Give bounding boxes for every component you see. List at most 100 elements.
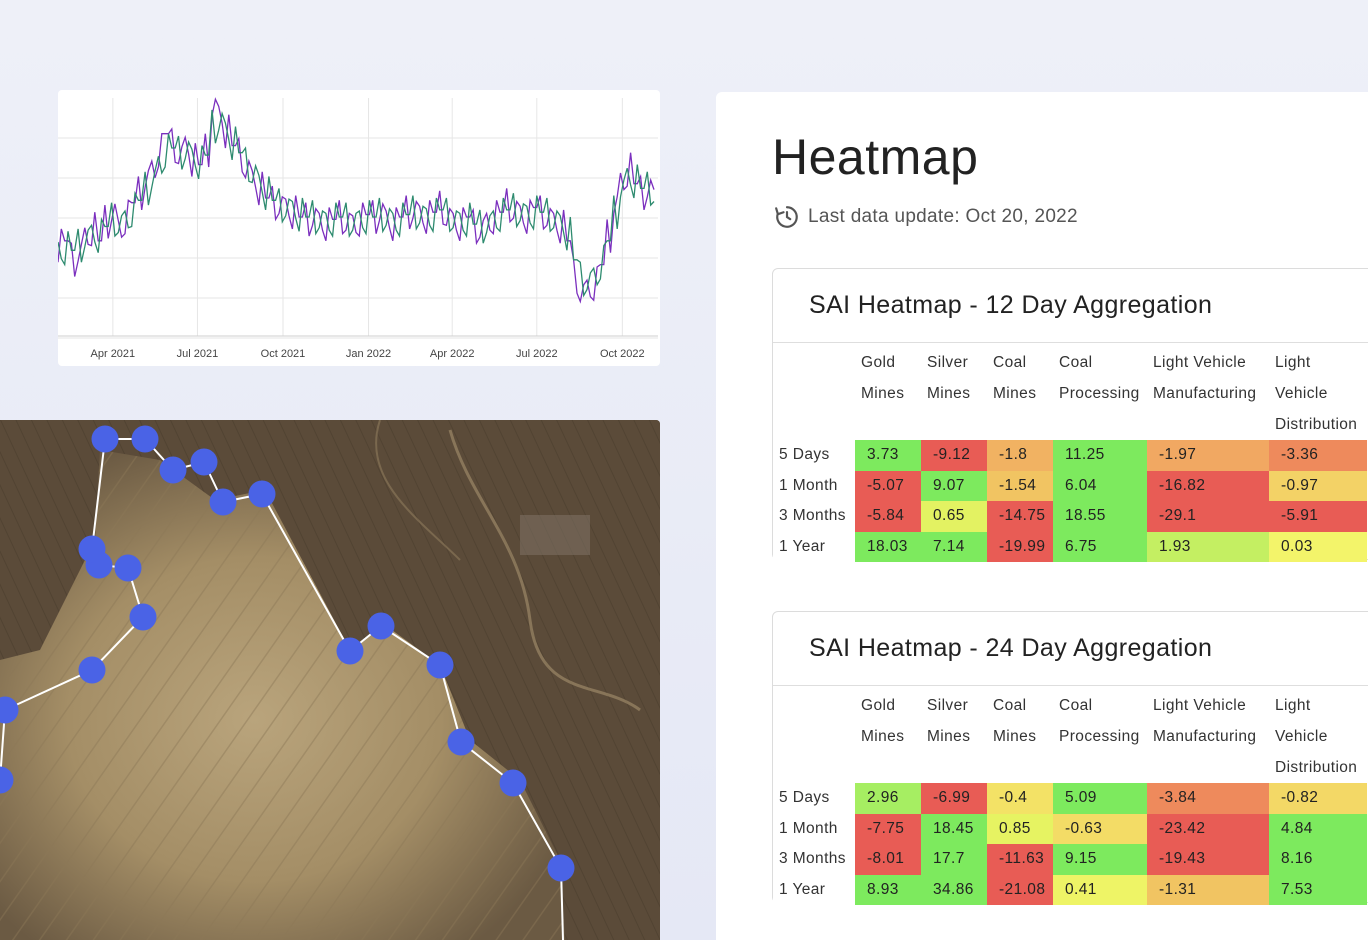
heatmap-cell[interactable]: 7.53: [1269, 874, 1367, 906]
polygon-vertex-handle[interactable]: [547, 854, 575, 882]
heatmap-card-title: SAI Heatmap - 24 Day Aggregation: [809, 634, 1213, 662]
row-label: 1 Year: [773, 531, 855, 563]
column-header: Light Vehicle Distribution: [1275, 697, 1358, 776]
table-row: 5 Days 2.96 -6.99 -0.4 5.09 -3.84 -0.82: [773, 783, 1367, 814]
heatmap-cell[interactable]: -3.84: [1147, 783, 1269, 814]
heatmap-cell[interactable]: 8.16: [1269, 844, 1367, 875]
polygon-vertex-handle[interactable]: [190, 448, 218, 476]
heatmap-cell[interactable]: 2.96: [855, 783, 921, 814]
polygon-vertex-handle[interactable]: [91, 425, 119, 453]
heatmap-cell[interactable]: -1.31: [1147, 874, 1269, 906]
x-tick-label: Oct 2021: [261, 348, 306, 360]
heatmap-cell[interactable]: -19.99: [987, 531, 1053, 563]
town-area: [520, 515, 590, 555]
polygon-vertex-handle[interactable]: [78, 535, 106, 563]
heatmap-cell[interactable]: -8.01: [855, 844, 921, 875]
heatmap-cell[interactable]: -0.63: [1053, 813, 1147, 845]
heatmap-cell[interactable]: -5.91: [1269, 501, 1367, 532]
row-label: 1 Year: [773, 874, 855, 906]
heatmap-cell[interactable]: -0.97: [1269, 470, 1367, 502]
heatmap-cell[interactable]: -16.82: [1147, 470, 1269, 502]
heatmap-cell[interactable]: 0.41: [1053, 874, 1147, 906]
row-label: 3 Months: [773, 501, 855, 532]
heatmap-cell[interactable]: 11.25: [1053, 440, 1147, 471]
polygon-vertex-handle[interactable]: [499, 769, 527, 797]
table-row: 5 Days 3.73 -9.12 -1.8 11.25 -1.97 -3.36: [773, 440, 1367, 471]
polygon-vertex-handle[interactable]: [209, 488, 237, 516]
heatmap-card-24-day: SAI Heatmap - 24 Day Aggregation Gold Mi…: [772, 611, 1368, 906]
heatmap-cell[interactable]: 8.93: [855, 874, 921, 906]
heatmap-cell[interactable]: -21.08: [987, 874, 1053, 906]
heatmap-cell[interactable]: 6.75: [1053, 531, 1147, 563]
heatmap-cell[interactable]: 0.65: [921, 501, 987, 532]
heatmap-cell[interactable]: 9.07: [921, 470, 987, 502]
column-header: Silver Mines: [927, 354, 971, 402]
heatmap-table: Gold Mines Silver Mines Coal Mines Coal Pro…: [773, 686, 1367, 906]
heatmap-cell[interactable]: -6.99: [921, 783, 987, 814]
heatmap-panel: Heatmap Last data update: Oct 20, 2022 S…: [716, 92, 1368, 940]
x-tick-label: Oct 2022: [600, 348, 645, 360]
heatmap-cell[interactable]: 18.03: [855, 531, 921, 563]
heatmap-cell[interactable]: -1.97: [1147, 440, 1269, 471]
polygon-vertex-handle[interactable]: [248, 480, 276, 508]
table-row: 3 Months -8.01 17.7 -11.63 9.15 -19.43 8.16: [773, 844, 1367, 875]
heatmap-cell[interactable]: 18.55: [1053, 501, 1147, 532]
heatmap-cell[interactable]: -14.75: [987, 501, 1053, 532]
x-tick-label: Apr 2021: [91, 348, 136, 360]
heatmap-cell[interactable]: -1.54: [987, 470, 1053, 502]
table-row: 1 Month -5.07 9.07 -1.54 6.04 -16.82 -0.97: [773, 470, 1367, 502]
heatmap-card-12-day: SAI Heatmap - 12 Day Aggregation Gold Mi…: [772, 268, 1368, 563]
polygon-vertex-handle[interactable]: [129, 603, 157, 631]
heatmap-cell[interactable]: 17.7: [921, 844, 987, 875]
heatmap-cell[interactable]: -0.82: [1269, 783, 1367, 814]
heatmap-cell[interactable]: -9.12: [921, 440, 987, 471]
row-label: 1 Month: [773, 813, 855, 845]
heatmap-cell[interactable]: -7.75: [855, 813, 921, 845]
heatmap-cell[interactable]: -5.07: [855, 470, 921, 502]
heatmap-cell[interactable]: -1.8: [987, 440, 1053, 471]
column-header: Light Vehicle Manufacturing: [1153, 354, 1257, 402]
column-header: Light Vehicle Distribution: [1275, 354, 1358, 433]
polygon-vertex-handle[interactable]: [131, 425, 159, 453]
column-header: Coal Processing: [1059, 697, 1140, 745]
table-row: 1 Year 8.93 34.86 -21.08 0.41 -1.31 7.53: [773, 874, 1367, 906]
row-label: 1 Month: [773, 470, 855, 502]
polygon-vertex-handle[interactable]: [426, 651, 454, 679]
heatmap-cell[interactable]: -0.4: [987, 783, 1053, 814]
row-label: 3 Months: [773, 844, 855, 875]
polygon-vertex-handle[interactable]: [114, 554, 142, 582]
polygon-vertex-handle[interactable]: [367, 612, 395, 640]
heatmap-card-title: SAI Heatmap - 12 Day Aggregation: [809, 291, 1213, 319]
heatmap-cell[interactable]: 3.73: [855, 440, 921, 471]
satellite-map[interactable]: [0, 420, 660, 940]
polygon-vertex-handle[interactable]: [447, 728, 475, 756]
heatmap-cell[interactable]: 18.45: [921, 813, 987, 845]
column-header: Gold Mines: [861, 697, 905, 745]
polygon-vertex-handle[interactable]: [159, 456, 187, 484]
time-series-chart: Apr 2021 Jul 2021 Oct 2021 Jan 2022 Apr 2022…: [58, 97, 658, 360]
column-header: Silver Mines: [927, 697, 971, 745]
polygon-vertex-handle[interactable]: [336, 637, 364, 665]
heatmap-cell[interactable]: -11.63: [987, 844, 1053, 875]
heatmap-cell[interactable]: 4.84: [1269, 813, 1367, 845]
page-title: Heatmap: [772, 129, 979, 185]
heatmap-cell[interactable]: 7.14: [921, 531, 987, 563]
heatmap-cell[interactable]: -5.84: [855, 501, 921, 532]
heatmap-cell[interactable]: 1.93: [1147, 531, 1269, 563]
heatmap-cell[interactable]: 0.85: [987, 813, 1053, 845]
row-label: 5 Days: [773, 783, 855, 814]
polygon-vertex-handle[interactable]: [78, 656, 106, 684]
heatmap-cell[interactable]: -3.36: [1269, 440, 1367, 471]
row-header-spacer: [773, 343, 855, 440]
heatmap-cell[interactable]: 0.03: [1269, 531, 1367, 563]
heatmap-cell[interactable]: -29.1: [1147, 501, 1269, 532]
heatmap-cell[interactable]: -19.43: [1147, 844, 1269, 875]
heatmap-cell[interactable]: 6.04: [1053, 470, 1147, 502]
heatmap-cell[interactable]: 9.15: [1053, 844, 1147, 875]
heatmap-cell[interactable]: 34.86: [921, 874, 987, 906]
column-header: Light Vehicle Manufacturing: [1153, 697, 1257, 745]
heatmap-cell[interactable]: -23.42: [1147, 813, 1269, 845]
column-header: Coal Mines: [993, 354, 1037, 402]
heatmap-cell[interactable]: 5.09: [1053, 783, 1147, 814]
map-canvas[interactable]: [0, 420, 660, 940]
